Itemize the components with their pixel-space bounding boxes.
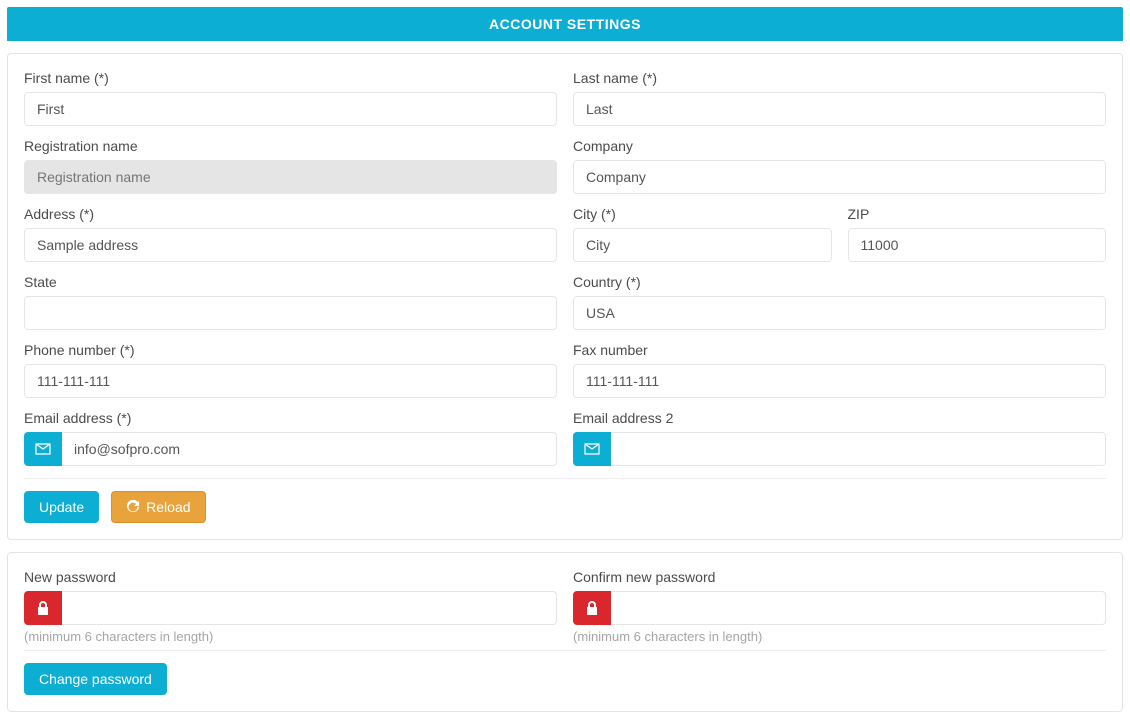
confirm-password-label: Confirm new password	[573, 569, 1106, 585]
change-password-button-label: Change password	[39, 671, 152, 687]
company-label: Company	[573, 138, 1106, 154]
password-hint: (minimum 6 characters in length)	[573, 629, 1106, 644]
email-input[interactable]	[62, 432, 557, 466]
divider	[24, 478, 1106, 479]
city-input[interactable]	[573, 228, 832, 262]
new-password-label: New password	[24, 569, 557, 585]
page-title: ACCOUNT SETTINGS	[7, 7, 1123, 41]
lock-icon	[573, 591, 611, 625]
email2-input[interactable]	[611, 432, 1106, 466]
registration-name-label: Registration name	[24, 138, 557, 154]
password-hint: (minimum 6 characters in length)	[24, 629, 557, 644]
email-label: Email address (*)	[24, 410, 557, 426]
refresh-icon	[126, 500, 140, 514]
country-label: Country (*)	[573, 274, 1106, 290]
phone-input[interactable]	[24, 364, 557, 398]
state-input[interactable]	[24, 296, 557, 330]
new-password-input[interactable]	[62, 591, 557, 625]
change-password-button[interactable]: Change password	[24, 663, 167, 695]
account-panel: First name (*) Last name (*) Registratio…	[7, 53, 1123, 540]
zip-input[interactable]	[848, 228, 1107, 262]
zip-label: ZIP	[848, 206, 1107, 222]
first-name-input[interactable]	[24, 92, 557, 126]
registration-name-input	[24, 160, 557, 194]
city-label: City (*)	[573, 206, 832, 222]
password-panel: New password (minimum 6 characters in le…	[7, 552, 1123, 712]
divider	[24, 650, 1106, 651]
state-label: State	[24, 274, 557, 290]
email-icon	[573, 432, 611, 466]
phone-label: Phone number (*)	[24, 342, 557, 358]
first-name-label: First name (*)	[24, 70, 557, 86]
address-input[interactable]	[24, 228, 557, 262]
update-button[interactable]: Update	[24, 491, 99, 523]
last-name-input[interactable]	[573, 92, 1106, 126]
confirm-password-input[interactable]	[611, 591, 1106, 625]
lock-icon	[24, 591, 62, 625]
update-button-label: Update	[39, 499, 84, 515]
email-icon	[24, 432, 62, 466]
email2-label: Email address 2	[573, 410, 1106, 426]
reload-button-label: Reload	[146, 499, 190, 515]
address-label: Address (*)	[24, 206, 557, 222]
fax-label: Fax number	[573, 342, 1106, 358]
fax-input[interactable]	[573, 364, 1106, 398]
reload-button[interactable]: Reload	[111, 491, 205, 523]
country-input[interactable]	[573, 296, 1106, 330]
last-name-label: Last name (*)	[573, 70, 1106, 86]
company-input[interactable]	[573, 160, 1106, 194]
